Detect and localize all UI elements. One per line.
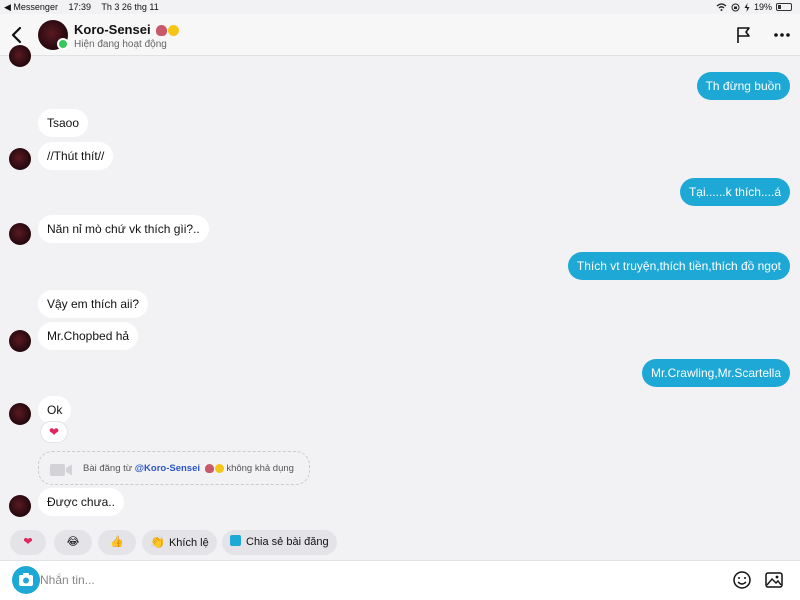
online-indicator: [57, 38, 69, 50]
laughing-emoji-icon: 😂: [66, 536, 80, 548]
message-composer: [0, 560, 800, 600]
charging-icon: [744, 2, 750, 12]
post-author-handle[interactable]: @Koro-Sensei: [135, 463, 200, 474]
message-input[interactable]: [40, 569, 640, 591]
unavailable-post-text: Bài đăng từ @Koro-Sensei không khả dụng: [83, 463, 294, 474]
status-time: 17:39: [68, 2, 91, 12]
contact-avatar-small: [9, 495, 31, 517]
contact-name-row[interactable]: Koro-Sensei: [74, 22, 180, 37]
unavailable-post: Bài đăng từ @Koro-Sensei không khả dụng: [38, 451, 310, 485]
quick-reply-bar: ❤ 😂 👍 👏 Khích lệ Chia sẻ bài đăng: [0, 530, 800, 558]
thumbs-up-quick-reply[interactable]: 👍: [98, 530, 136, 555]
contact-name: Koro-Sensei: [74, 22, 151, 37]
sticker-icon[interactable]: [732, 570, 752, 590]
message-outgoing[interactable]: Thích vt truyện,thích tiền,thích đồ ngọt: [567, 252, 790, 280]
clapping-icon: 👏: [150, 535, 165, 549]
yellow-circle-emoji-icon: [168, 25, 180, 37]
message-incoming[interactable]: Vậy em thích aii?: [38, 290, 149, 318]
message-incoming[interactable]: //Thút thít//: [38, 142, 114, 170]
video-camera-icon: [50, 464, 72, 476]
gallery-icon[interactable]: [764, 570, 784, 590]
yellow-circle-emoji-icon: [214, 463, 224, 473]
camera-icon: [19, 573, 33, 586]
octopus-emoji-icon: [204, 463, 214, 473]
octopus-emoji-icon: [156, 25, 168, 37]
message-incoming[interactable]: Năn nỉ mò chứ vk thích gìi?..: [38, 215, 209, 243]
message-incoming[interactable]: Mr.Chopbed hả: [38, 322, 139, 350]
unavailable-suffix: không khả dụng: [226, 463, 294, 474]
laugh-quick-reply[interactable]: 😂: [54, 530, 92, 555]
share-post-label: Chia sẻ bài đăng: [246, 536, 329, 548]
active-status: Hiện đang hoạt động: [74, 39, 167, 50]
status-date: Th 3 26 thg 11: [101, 2, 159, 12]
wifi-icon: [716, 3, 727, 11]
contact-avatar-small: [9, 403, 31, 425]
status-bar-left: ◀ Messenger 17:39 Th 3 26 thg 11: [4, 2, 167, 13]
camera-button[interactable]: [12, 566, 40, 594]
more-options-icon[interactable]: [774, 33, 790, 37]
share-post-icon: [230, 535, 241, 546]
chat-header: Koro-Sensei Hiện đang hoạt động: [0, 14, 800, 56]
flag-icon[interactable]: [736, 26, 752, 44]
contact-avatar-small: [9, 330, 31, 352]
share-post-button[interactable]: Chia sẻ bài đăng: [222, 530, 337, 555]
contact-avatar-small: [9, 223, 31, 245]
rotation-lock-icon: [731, 3, 740, 11]
status-bar-right: 19%: [716, 2, 792, 12]
thumbs-up-icon: 👍: [110, 536, 124, 548]
message-incoming[interactable]: Ok: [38, 396, 72, 424]
battery-percent: 19%: [753, 2, 772, 12]
contact-avatar-small: [9, 45, 31, 67]
unavailable-prefix: Bài đăng từ: [83, 463, 133, 474]
message-outgoing[interactable]: Tại......k thích....á: [679, 178, 790, 206]
heart-quick-reply[interactable]: ❤: [10, 530, 46, 555]
contact-avatar-small: [9, 148, 31, 170]
message-incoming[interactable]: Được chưa..: [38, 488, 124, 516]
heart-icon: ❤: [23, 536, 33, 548]
message-incoming[interactable]: Tsaoo: [38, 109, 89, 137]
back-arrow-icon[interactable]: [8, 24, 26, 46]
encourage-label: Khích lệ: [168, 537, 209, 549]
back-to-app-link[interactable]: ◀ Messenger: [4, 2, 58, 12]
message-outgoing[interactable]: Th đừng buồn: [696, 72, 790, 100]
message-thread[interactable]: Th đừng buồn Tsaoo //Thút thít// Tại....…: [0, 45, 800, 528]
battery-icon: [776, 3, 792, 11]
header-actions: [736, 26, 790, 44]
heart-reaction[interactable]: ❤: [40, 421, 68, 443]
message-outgoing[interactable]: Mr.Crawling,Mr.Scartella: [641, 359, 790, 387]
encourage-quick-reply[interactable]: 👏 Khích lệ: [142, 530, 217, 555]
composer-actions: [732, 570, 784, 590]
status-bar: ◀ Messenger 17:39 Th 3 26 thg 11 19%: [0, 0, 800, 14]
